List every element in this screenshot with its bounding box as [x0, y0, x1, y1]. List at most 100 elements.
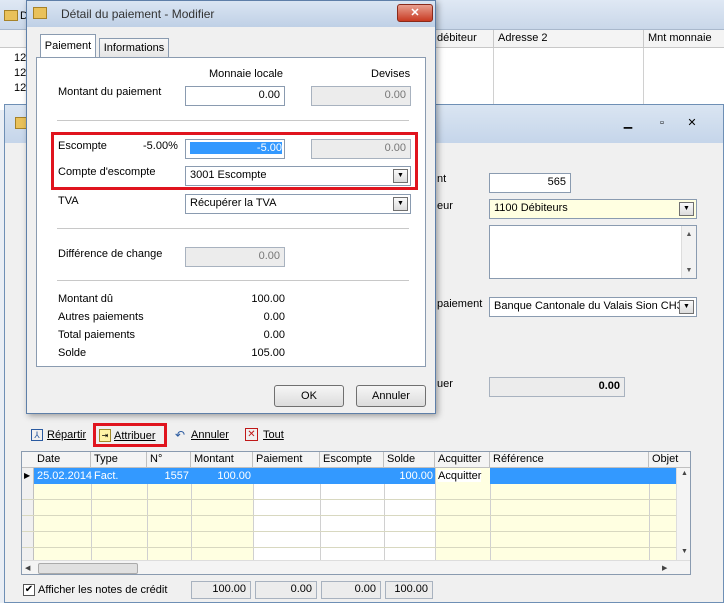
dialog-close-button[interactable]: ✕: [397, 4, 433, 22]
row-pointer-icon: ▶: [24, 471, 31, 480]
invoice-table: Date Type N° Montant Paiement Escompte S…: [21, 451, 691, 575]
folder-icon: [4, 10, 18, 21]
montant-local-field[interactable]: 0.00: [185, 86, 285, 106]
table-row[interactable]: ▶ 25.02.2014 Fact. 1557 100.00 100.00 Ac…: [22, 468, 676, 484]
horizontal-scrollbar[interactable]: ◀ ▶: [22, 560, 690, 574]
divider: [57, 228, 409, 229]
montant-devises-field: 0.00: [311, 86, 411, 106]
escompte-local-value: -5.00: [190, 142, 282, 154]
header-paiement[interactable]: Paiement: [253, 452, 320, 468]
scrollbar[interactable]: ▲ ▼: [681, 226, 696, 278]
tab-panel: Monnaie locale Devises Montant du paieme…: [36, 57, 426, 367]
dialog-title: Détail du paiement - Modifier: [61, 7, 215, 21]
close-icon[interactable]: ✕: [681, 117, 703, 132]
tab-informations[interactable]: Informations: [99, 38, 169, 58]
bg-header-mnt-monnaie[interactable]: Mnt monnaie: [648, 32, 712, 44]
banque-value: Banque Cantonale du Valais Sion CH3: [494, 300, 683, 312]
tab-paiement-label: Paiement: [44, 40, 92, 52]
escompte-local-field[interactable]: -5.00: [185, 139, 285, 159]
bg-row[interactable]: 12: [14, 52, 26, 64]
montant-field[interactable]: 565: [489, 173, 571, 193]
close-icon: ✕: [410, 7, 420, 19]
header-acquitter[interactable]: Acquitter: [435, 452, 490, 468]
assign-icon: ⇥: [99, 429, 111, 442]
notes-textarea[interactable]: ▲ ▼: [489, 225, 697, 279]
repartir-label: Répartir: [47, 429, 87, 441]
bg-row[interactable]: 12: [14, 67, 26, 79]
total-field: 0.00: [489, 377, 625, 397]
cell-date: 25.02.2014: [37, 470, 93, 482]
montant-paiement-label: Montant du paiement: [58, 86, 162, 98]
montant-label: nt: [437, 173, 447, 185]
header-objet[interactable]: Objet: [649, 452, 690, 468]
total-montant: 100.00: [191, 581, 251, 599]
cell-montant: 100.00: [217, 470, 251, 482]
credit-notes-checkbox[interactable]: ✔: [23, 584, 35, 596]
cell-num: 1557: [164, 470, 189, 482]
col-devises-label: Devises: [371, 68, 411, 80]
tva-select[interactable]: Récupérer la TVA ▼: [185, 194, 411, 214]
total-paiement: 0.00: [255, 581, 317, 599]
split-icon: ⅄: [31, 429, 43, 441]
undo-icon: ↶: [175, 428, 186, 442]
tab-informations-label: Informations: [103, 42, 165, 54]
compte-escompte-value: 3001 Escompte: [190, 169, 267, 181]
escompte-label: Escompte: [58, 140, 107, 152]
cell-solde: 100.00: [399, 470, 433, 482]
debiteur-select[interactable]: 1100 Débiteurs ▼: [489, 199, 697, 219]
payment-detail-dialog: Détail du paiement - Modifier ✕ Paiement…: [26, 0, 436, 414]
attribuer-button[interactable]: ⇥ Attribuer: [93, 423, 167, 447]
header-num[interactable]: N°: [147, 452, 191, 468]
header-solde[interactable]: Solde: [384, 452, 435, 468]
chevron-down-icon[interactable]: ▼: [679, 300, 694, 314]
header-date[interactable]: Date: [34, 452, 91, 468]
bg-header-adresse2[interactable]: Adresse 2: [498, 32, 548, 44]
difference-change-field: 0.00: [185, 247, 285, 267]
minimize-button[interactable]: ▁: [617, 117, 639, 132]
compte-escompte-select[interactable]: 3001 Escompte ▼: [185, 166, 411, 186]
col-local-label: Monnaie locale: [209, 68, 283, 80]
summary-value: 105.00: [251, 347, 285, 359]
maximize-button[interactable]: ▫: [651, 117, 673, 132]
tab-paiement[interactable]: Paiement: [40, 34, 96, 58]
banque-select[interactable]: Banque Cantonale du Valais Sion CH3 ▼: [489, 297, 697, 317]
debiteur-label: eur: [437, 200, 453, 212]
banque-label: paiement: [437, 298, 483, 310]
header-montant[interactable]: Montant: [191, 452, 253, 468]
chevron-down-icon[interactable]: ▼: [679, 202, 694, 216]
vertical-scrollbar[interactable]: ▲ ▼: [676, 468, 690, 560]
clear-icon: ✕: [245, 428, 258, 441]
dialog-app-icon: [33, 7, 47, 19]
total-label: uer: [437, 378, 453, 390]
compte-escompte-label: Compte d'escompte: [58, 166, 156, 178]
header-type[interactable]: Type: [91, 452, 147, 468]
header-reference[interactable]: Référence: [490, 452, 649, 468]
chevron-down-icon[interactable]: ▼: [393, 169, 408, 183]
total-solde: 100.00: [385, 581, 433, 599]
escompte-devises-field: 0.00: [311, 139, 411, 159]
tout-label: Tout: [263, 429, 284, 441]
summary-value: 0.00: [263, 329, 285, 341]
scroll-thumb[interactable]: [38, 563, 138, 574]
difference-change-label: Différence de change: [58, 248, 163, 260]
attribuer-label: Attribuer: [114, 430, 156, 442]
tva-label: TVA: [58, 195, 79, 207]
debiteur-value: 1100 Débiteurs: [494, 202, 568, 214]
cell-type: Fact.: [94, 470, 119, 482]
summary-label: Montant dû: [58, 293, 114, 305]
ok-button[interactable]: OK: [274, 385, 344, 407]
bg-header-debiteur[interactable]: débiteur: [437, 32, 477, 44]
dialog-titlebar: Détail du paiement - Modifier ✕: [27, 1, 435, 27]
chevron-down-icon[interactable]: ▼: [393, 197, 408, 211]
cell-acquitter[interactable]: Acquitter: [438, 470, 482, 482]
summary-value: 100.00: [251, 293, 285, 305]
total-escompte: 0.00: [321, 581, 381, 599]
bg-row[interactable]: 12: [14, 82, 26, 94]
escompte-percent: -5.00%: [143, 140, 178, 152]
summary-label: Solde: [58, 347, 87, 359]
header-escompte[interactable]: Escompte: [320, 452, 384, 468]
cancel-button[interactable]: Annuler: [356, 385, 426, 407]
divider: [57, 280, 409, 281]
table-header: Date Type N° Montant Paiement Escompte S…: [22, 452, 690, 468]
divider: [57, 120, 409, 121]
